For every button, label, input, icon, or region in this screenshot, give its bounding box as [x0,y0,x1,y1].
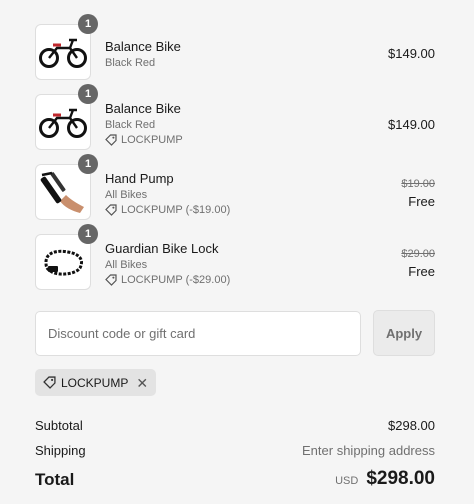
product-name: Balance Bike [105,39,181,54]
subtotal-label: Subtotal [35,418,83,433]
discount-code: LOCKPUMP [121,134,183,146]
hand-pump-icon [40,171,84,213]
product-variant: All Bikes [105,259,148,271]
shipping-value: Enter shipping address [302,443,435,458]
product-variant: All Bikes [105,189,148,201]
total-amount: USD $298.00 [335,468,435,490]
quantity-badge: 1 [78,224,98,244]
product-price: $149.00 [388,117,435,132]
applied-discount-tag: LOCKPUMP ✕ [35,369,157,396]
discount-code: LOCKPUMP (-$19.00) [121,204,231,216]
line-item: 1 Hand Pump All Bikes LOCKPUMP (-$19.00)… [35,154,435,222]
quantity-badge: 1 [78,14,98,34]
total-value: $298.00 [366,468,435,489]
product-price: Free [408,194,435,209]
apply-button[interactable]: Apply [373,310,435,356]
original-price: $29.00 [401,248,435,260]
tag-icon [105,204,117,216]
total-label: Total [35,470,75,489]
applied-discount-label: LOCKPUMP [61,375,129,390]
discount-line: LOCKPUMP (-$29.00) [105,274,230,286]
discount-line: LOCKPUMP [105,134,183,146]
product-variant: Black Red [105,57,156,69]
line-item: 1 Balance Bike Black Red LOCKPUMP $149.0… [35,84,435,152]
quantity-badge: 1 [78,154,98,174]
shipping-label: Shipping [35,443,86,458]
balance-bike-icon [39,38,87,68]
product-price: Free [408,264,435,279]
line-item: 1 Balance Bike Black Red $149.00 [35,14,435,82]
discount-code-input[interactable] [35,311,361,356]
product-name: Hand Pump [105,171,174,186]
discount-code: LOCKPUMP (-$29.00) [121,274,231,286]
quantity-badge: 1 [78,84,98,104]
tag-icon [43,376,56,389]
discount-line: LOCKPUMP (-$19.00) [105,204,230,216]
original-price: $19.00 [401,178,435,190]
tag-icon [105,274,117,286]
product-name: Balance Bike [105,101,181,116]
subtotal-value: $298.00 [388,418,435,433]
line-item: 1 Guardian Bike Lock All Bikes LOCKPUMP … [35,224,435,292]
product-name: Guardian Bike Lock [105,241,219,256]
balance-bike-icon [39,108,87,138]
close-icon[interactable]: ✕ [136,376,148,390]
bike-lock-icon [44,249,83,276]
product-price: $149.00 [388,46,435,61]
currency-code: USD [335,475,359,487]
product-variant: Black Red [105,119,156,131]
tag-icon [105,134,117,146]
